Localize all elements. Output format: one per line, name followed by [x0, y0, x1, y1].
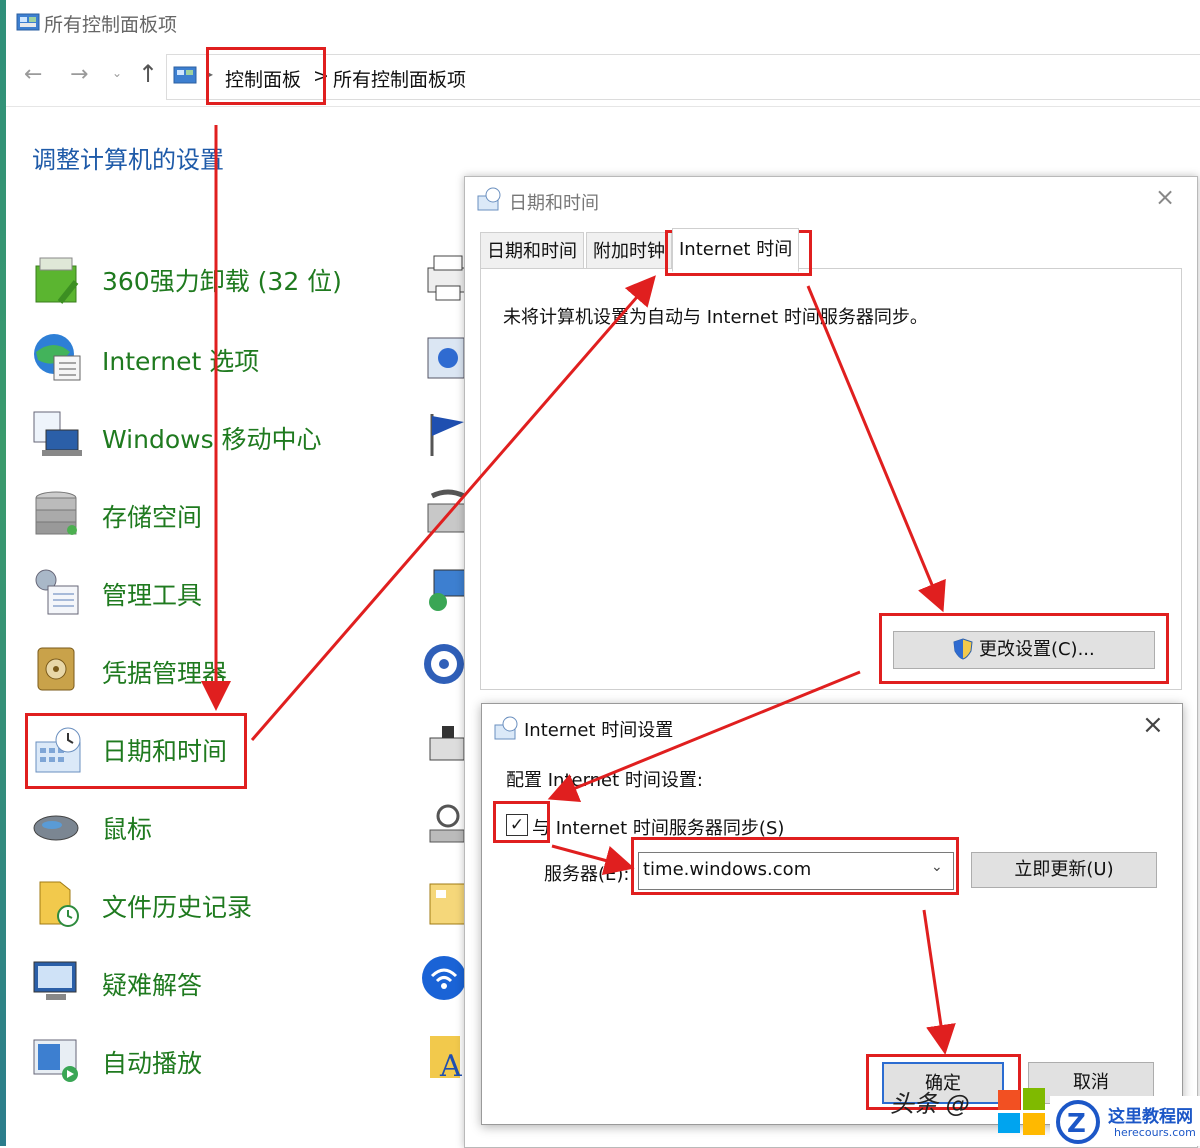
item-label: 凭据管理器	[102, 659, 228, 688]
windows-logo-icon	[998, 1088, 1045, 1135]
ease-of-access-icon	[424, 644, 464, 684]
recent-locations-chevron-icon[interactable]: ⌄	[112, 66, 122, 80]
item-label: 鼠标	[102, 815, 153, 844]
highlight-server-field	[631, 837, 959, 895]
subdialog-close-icon[interactable]: ×	[1142, 710, 1164, 740]
site-logo-icon: Z	[1056, 1100, 1100, 1144]
highlight-breadcrumb	[206, 47, 326, 105]
tab-additional-clocks[interactable]: 附加时钟	[586, 232, 672, 272]
items-column: 360强力卸载 (32 位) Internet 选项 Windows 移动中心 …	[30, 252, 450, 1132]
server-label: 服务器(E):	[544, 864, 630, 885]
forward-arrow-icon[interactable]: →	[70, 62, 88, 87]
network-search-icon	[429, 804, 465, 843]
subdialog-title: Internet 时间设置	[524, 720, 674, 741]
credential-vault-icon	[37, 647, 75, 691]
highlight-date-time-item	[25, 713, 247, 789]
wifi-icon	[422, 956, 466, 1000]
internet-time-settings-dialog: Internet 时间设置 × 配置 Internet 时间设置: ✓ 与 In…	[481, 703, 1183, 1125]
item-label: 管理工具	[102, 581, 203, 610]
subdialog-date-time-icon	[494, 716, 518, 740]
close-icon[interactable]: ×	[1155, 183, 1175, 211]
file-history-icon	[39, 881, 79, 927]
breadcrumb-all-items[interactable]: 所有控制面板项	[333, 65, 466, 92]
control-panel-icon	[16, 13, 40, 31]
globe-icon	[34, 334, 81, 381]
item-label: Windows 移动中心	[102, 425, 322, 454]
watermark-brand: Z 这里教程网 herecours.com	[1050, 1096, 1200, 1146]
devices-icon	[429, 726, 465, 761]
phone-modem-icon	[427, 489, 466, 533]
item-label: 疑难解答	[102, 971, 203, 1000]
storage-icon	[35, 491, 77, 535]
item-label: 360强力卸载 (32 位)	[102, 267, 342, 296]
dialog-title: 日期和时间	[509, 193, 599, 214]
window-title: 所有控制面板项	[44, 14, 178, 36]
printer-icon	[427, 255, 466, 301]
admin-tools-icon	[35, 569, 79, 615]
watermark-url: herecours.com	[1114, 1126, 1196, 1139]
second-column-icons: A	[420, 252, 466, 1132]
title-bar: 所有控制面板项	[6, 0, 1200, 46]
control-panel-small-icon	[173, 66, 197, 84]
svg-text:A: A	[439, 1049, 462, 1084]
tab-internet-time[interactable]: Internet 时间	[672, 228, 800, 272]
tab-date-time[interactable]: 日期和时间	[480, 232, 584, 272]
update-now-button[interactable]: 立即更新(U)	[971, 852, 1157, 888]
config-label: 配置 Internet 时间设置:	[506, 770, 703, 791]
fonts-icon: A	[430, 1036, 462, 1084]
action-center-flag-icon	[430, 414, 464, 456]
dialog-tabs: 日期和时间 附加时钟 Internet 时间	[478, 228, 818, 272]
up-arrow-icon[interactable]: ↑	[138, 60, 158, 88]
sync-status-message: 未将计算机设置为自动与 Internet 时间服务器同步。	[503, 307, 928, 328]
back-arrow-icon[interactable]: ←	[24, 62, 42, 87]
watermark-toutiao: 头条 @	[890, 1090, 970, 1118]
autoplay-icon	[33, 1039, 78, 1082]
folder-options-icon	[429, 883, 466, 925]
svg-text:Z: Z	[1067, 1109, 1086, 1139]
recovery-icon	[429, 569, 466, 611]
programs-icon	[427, 337, 465, 379]
highlight-change-settings	[879, 613, 1169, 684]
item-label: Internet 选项	[102, 347, 260, 376]
mobility-center-icon	[33, 411, 82, 456]
dialog-date-time-icon	[477, 187, 501, 211]
window-edge	[0, 0, 6, 1146]
mouse-icon	[33, 815, 79, 841]
item-label: 存储空间	[102, 503, 203, 532]
watermark-brand-name: 这里教程网	[1108, 1107, 1193, 1127]
page-heading: 调整计算机的设置	[32, 146, 224, 174]
item-label: 文件历史记录	[102, 893, 253, 922]
uninstaller-icon	[35, 257, 79, 304]
highlight-sync-checkbox	[493, 801, 550, 843]
troubleshoot-icon	[33, 961, 77, 1000]
item-label: 自动播放	[102, 1049, 203, 1078]
